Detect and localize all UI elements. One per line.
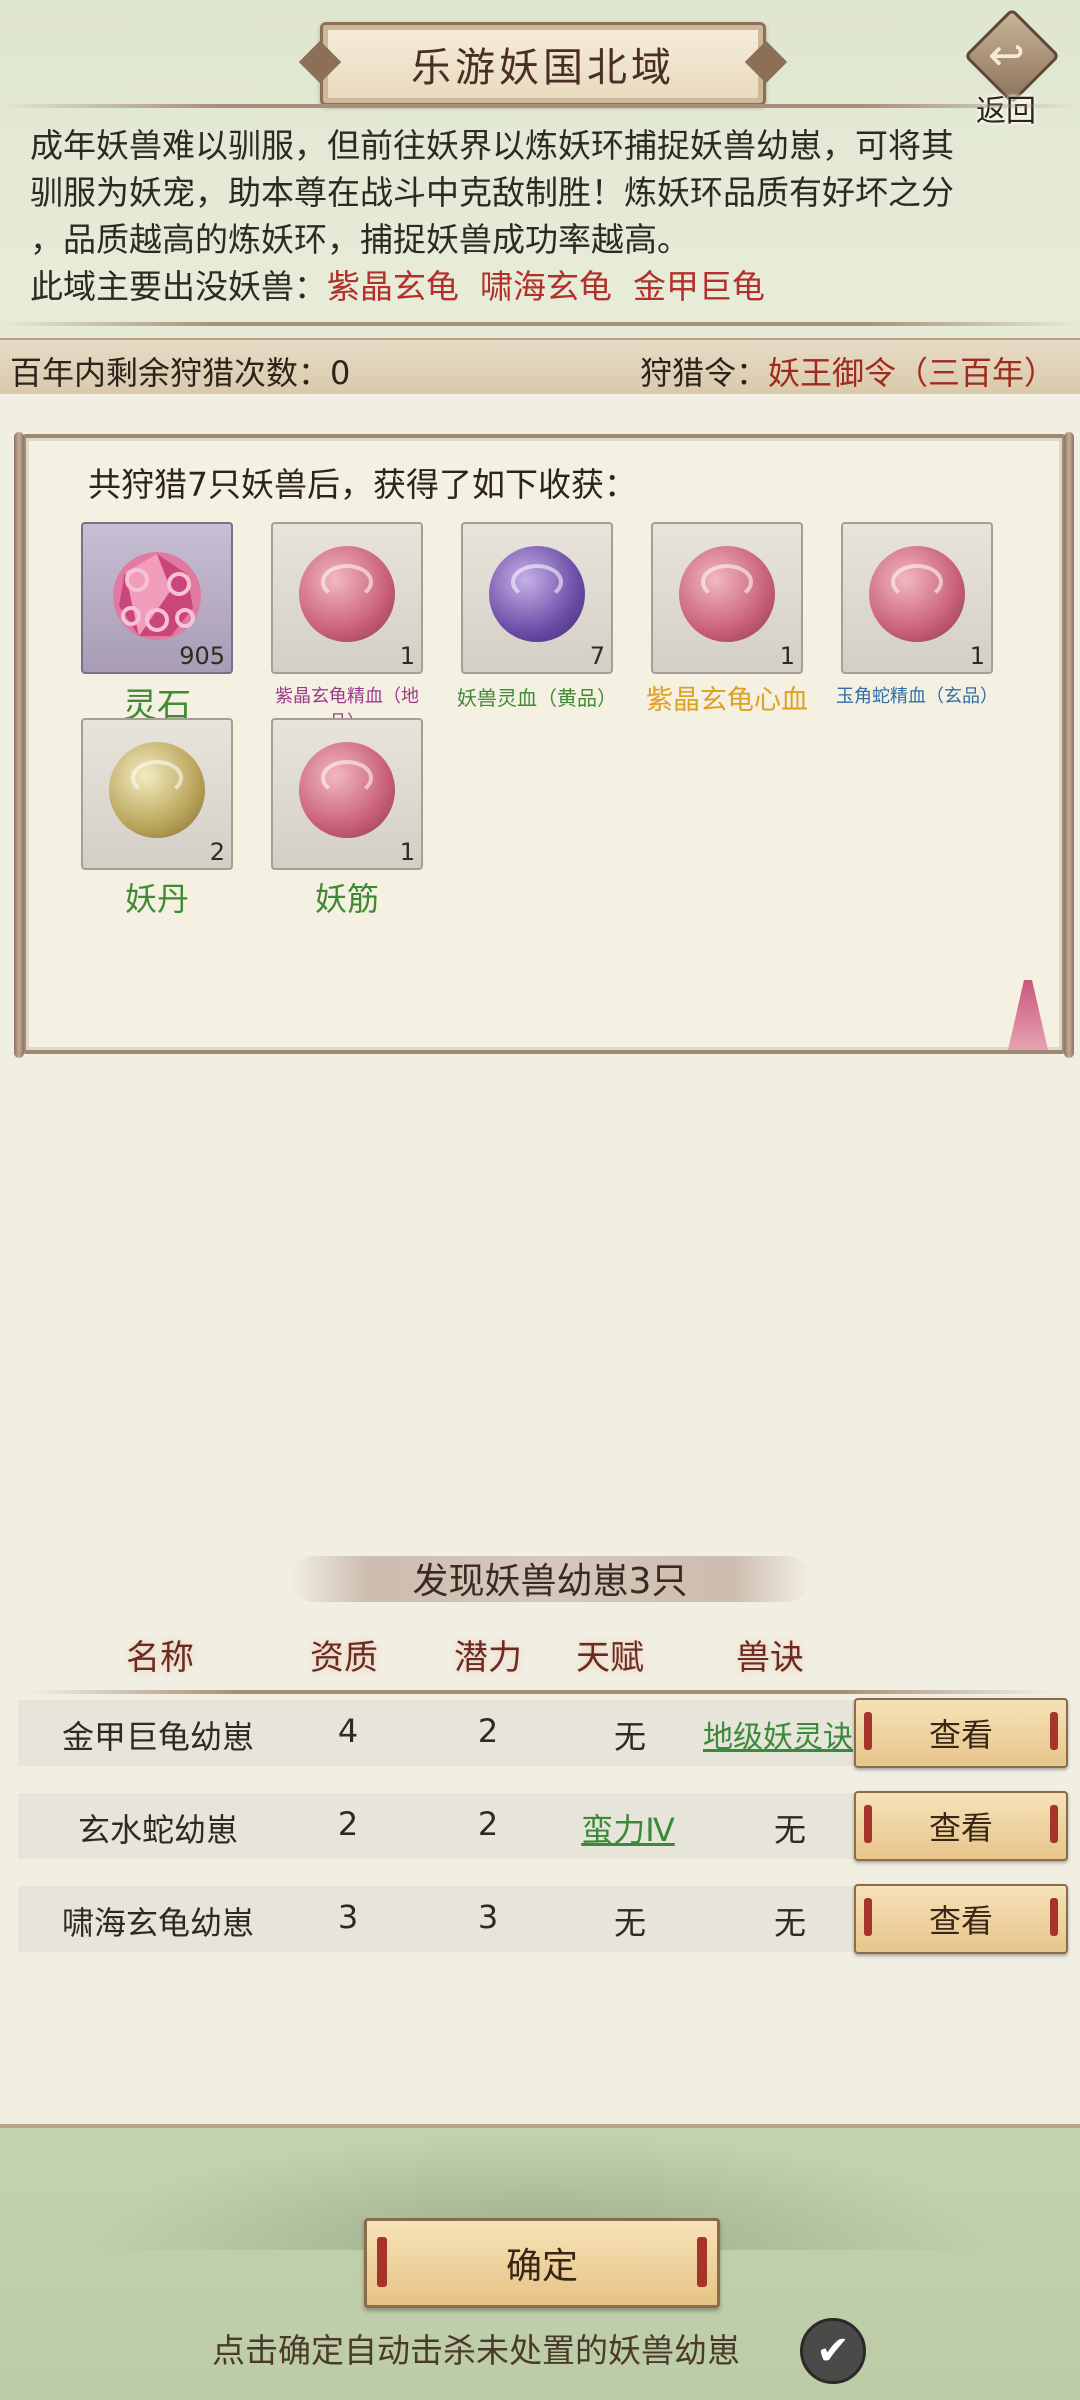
item-slot: 2 <box>81 718 233 870</box>
cub-aptitude: 2 <box>337 1805 359 1843</box>
cub-skill: 无 <box>773 1811 806 1849</box>
cub-talent: 无 <box>613 1904 646 1942</box>
item-quantity: 905 <box>179 642 225 670</box>
pink-orb-icon <box>299 546 395 642</box>
found-cubs-banner: 发现妖兽幼崽3只 <box>290 1548 810 1608</box>
cub-name: 金甲巨龟幼崽 <box>61 1718 254 1756</box>
cub-skill: 无 <box>773 1904 806 1942</box>
pink-orb-icon <box>869 546 965 642</box>
item-slot: 905 <box>81 522 233 674</box>
purple-orb-icon <box>489 546 585 642</box>
item-quantity: 1 <box>969 642 985 670</box>
harvest-item[interactable]: 1 玉角蛇精血（玄品） <box>832 522 1002 708</box>
found-cubs-title: 发现妖兽幼崽3只 <box>412 1561 688 1602</box>
harvest-item[interactable]: 2 妖丹 <box>72 718 242 920</box>
checkmark-icon: ✔ <box>816 2328 850 2374</box>
auto-kill-checkbox[interactable]: ✔ <box>800 2318 866 2384</box>
cub-aptitude: 4 <box>337 1712 359 1750</box>
cubs-table-header: 名称 资质 潜力 天赋 兽诀 <box>10 1610 1070 1696</box>
remaining-hunts: 百年内剩余狩猎次数：0 <box>10 354 351 392</box>
orb-swirl <box>131 760 183 796</box>
orb-swirl <box>511 564 563 600</box>
page-title: 乐游妖国北域 <box>411 45 675 91</box>
auto-kill-hint: 点击确定自动击杀未处置的妖兽幼崽 <box>212 2331 740 2370</box>
col-aptitude: 资质 <box>310 1638 378 1678</box>
table-row: 金甲巨龟幼崽 4 2 无 地级妖灵诀 查看 <box>18 1698 1068 1768</box>
col-talent: 天赋 <box>576 1638 644 1678</box>
hunt-token: 狩猎令：妖王御令（三百年） <box>640 348 1056 394</box>
harvest-item[interactable]: 1 紫晶玄龟心血 <box>642 522 812 717</box>
beasts-line: 此域主要出没妖兽：紫晶玄龟 啸海玄龟 金甲巨龟 <box>30 263 1050 310</box>
gold-orb-icon <box>109 742 205 838</box>
scroll-rod-left <box>14 432 24 1058</box>
confirm-button[interactable]: 确定 <box>364 2218 720 2308</box>
col-skill: 兽诀 <box>736 1638 804 1678</box>
cub-potential: 2 <box>477 1712 499 1750</box>
item-quantity: 7 <box>589 642 605 670</box>
hunt-token-value: 妖王御令（三百年） <box>767 354 1056 392</box>
description-line-1: 成年妖兽难以驯服，但前往妖界以炼妖环捕捉妖兽幼崽，可将其 <box>30 126 954 165</box>
orb-swirl <box>701 564 753 600</box>
item-name: 妖兽灵血（黄品） <box>457 686 617 710</box>
region-description: 成年妖兽难以驯服，但前往妖界以炼妖环捕捉妖兽幼崽，可将其 驯服为妖宠，助本尊在战… <box>30 122 1050 310</box>
cub-name: 玄水蛇幼崽 <box>77 1811 238 1849</box>
table-row: 玄水蛇幼崽 2 2 蛮力Ⅳ 无 查看 <box>18 1791 1068 1861</box>
hunt-token-label: 狩猎令： <box>639 354 768 392</box>
description-line-2: 驯服为妖宠，助本尊在战斗中克敌制胜！炼妖环品质有好坏之分 <box>30 173 954 212</box>
orb-swirl <box>321 760 373 796</box>
item-name: 妖筋 <box>314 880 379 918</box>
cub-talent: 无 <box>613 1718 646 1756</box>
item-quantity: 2 <box>209 838 225 866</box>
beasts-label: 此域主要出没妖兽： <box>30 267 327 306</box>
cub-skill-link[interactable]: 地级妖灵诀 <box>688 1712 868 1756</box>
orb-swirl <box>321 564 373 600</box>
harvest-item[interactable]: 1 妖筋 <box>262 718 432 920</box>
item-name: 妖丹 <box>124 880 189 918</box>
page-title-banner: 乐游妖国北域 <box>320 22 766 106</box>
col-potential: 潜力 <box>454 1638 522 1678</box>
harvest-title: 共狩猎7只妖兽后，获得了如下收获： <box>88 465 637 504</box>
cub-name: 啸海玄龟幼崽 <box>61 1904 254 1942</box>
table-row: 啸海玄龟幼崽 3 3 无 无 查看 <box>18 1884 1068 1954</box>
view-button[interactable]: 查看 <box>854 1791 1068 1861</box>
pink-crystal-icon <box>113 552 201 640</box>
harvest-item[interactable]: 905 灵石 <box>72 522 242 727</box>
back-arrow-icon: ↩ <box>988 30 1025 81</box>
harvest-item[interactable]: 1 紫晶玄龟精血（地品） <box>262 522 432 734</box>
description-line-3: ，品质越高的炼妖环，捕捉妖兽成功率越高。 <box>30 220 690 259</box>
view-button[interactable]: 查看 <box>854 1884 1068 1954</box>
beasts-list: 紫晶玄龟 啸海玄龟 金甲巨龟 <box>327 267 765 306</box>
cub-aptitude: 3 <box>337 1898 359 1936</box>
item-quantity: 1 <box>399 642 415 670</box>
item-quantity: 1 <box>399 838 415 866</box>
divider-top <box>0 104 1080 108</box>
cub-talent-link[interactable]: 蛮力Ⅳ <box>558 1805 698 1851</box>
item-name: 紫晶玄龟心血 <box>646 685 808 716</box>
item-slot: 7 <box>461 522 613 674</box>
item-slot: 1 <box>651 522 803 674</box>
pink-orb-icon <box>679 546 775 642</box>
col-name: 名称 <box>126 1638 194 1678</box>
hunt-info-bar: 百年内剩余狩猎次数：0 狩猎令：妖王御令（三百年） <box>0 338 1080 398</box>
scroll-rod-right <box>1064 432 1074 1058</box>
view-button[interactable]: 查看 <box>854 1698 1068 1768</box>
table-header-divider <box>30 1690 1050 1694</box>
item-name: 玉角蛇精血（玄品） <box>836 686 998 707</box>
cub-potential: 2 <box>477 1805 499 1843</box>
harvest-item[interactable]: 7 妖兽灵血（黄品） <box>452 522 622 711</box>
divider-mid <box>0 322 1080 326</box>
item-slot: 1 <box>271 522 423 674</box>
cub-potential: 3 <box>477 1898 499 1936</box>
item-slot: 1 <box>271 718 423 870</box>
item-slot: 1 <box>841 522 993 674</box>
orb-swirl <box>891 564 943 600</box>
pink-orb-icon <box>299 742 395 838</box>
item-quantity: 1 <box>779 642 795 670</box>
